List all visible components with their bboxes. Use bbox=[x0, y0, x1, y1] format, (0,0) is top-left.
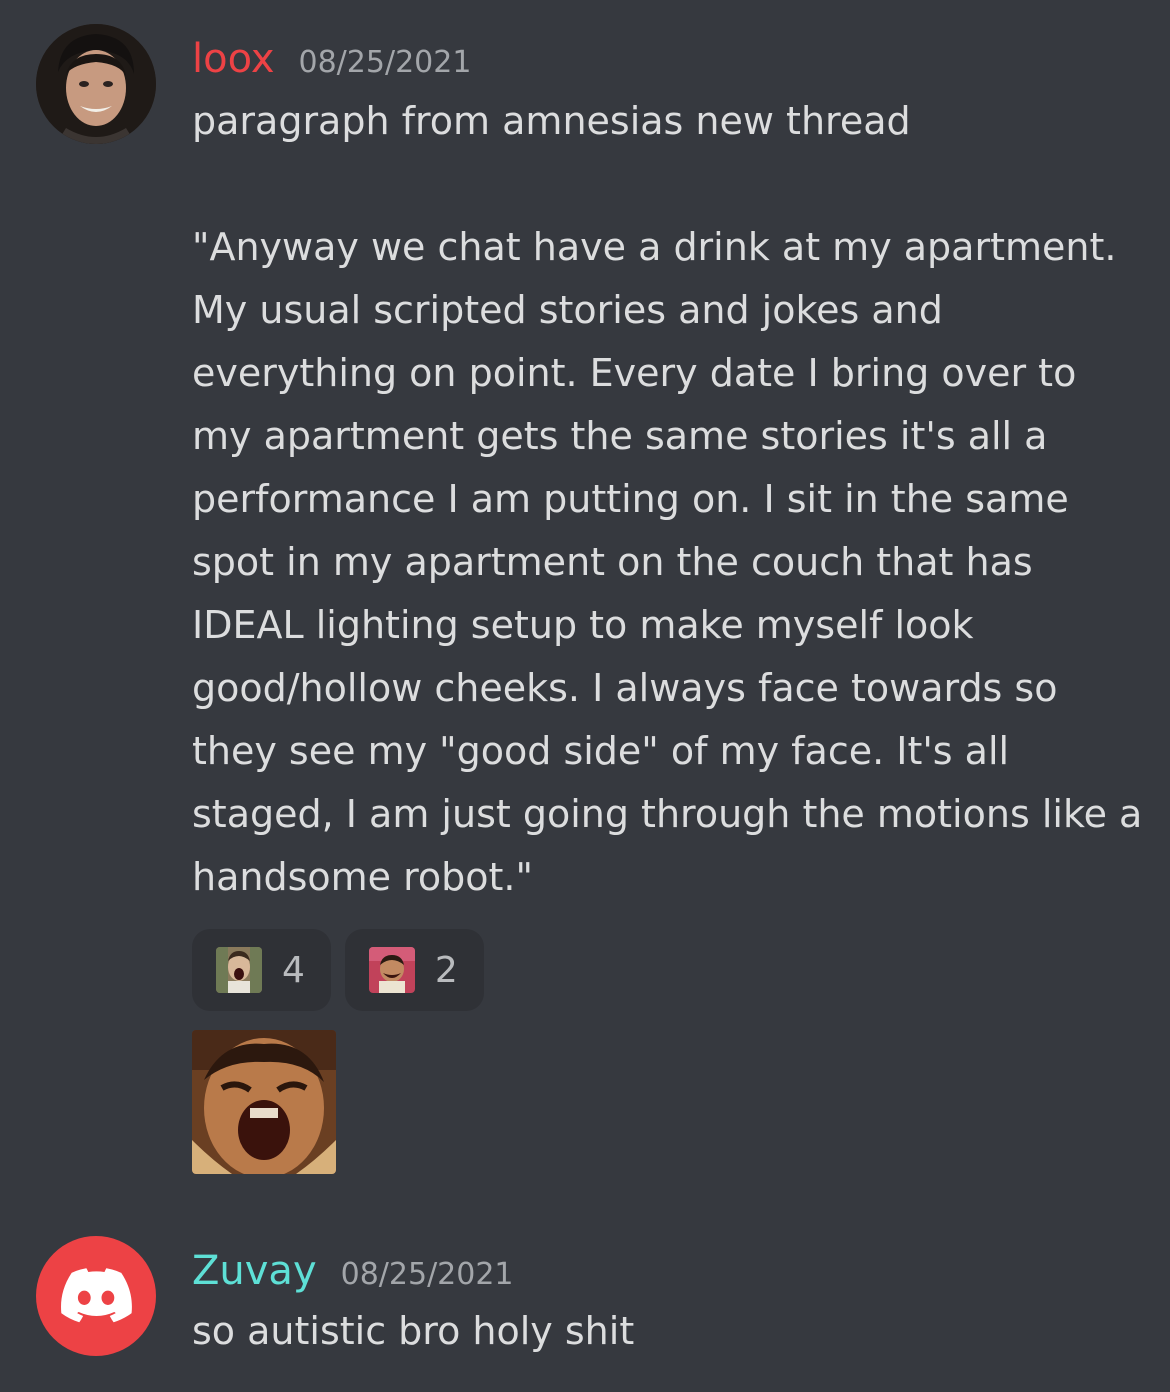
reaction-laughing[interactable]: 2 bbox=[344, 929, 484, 1011]
message-text: so autistic bro holy shit bbox=[192, 1309, 635, 1353]
message-header: loox 08/25/2021 bbox=[192, 36, 471, 92]
reactions-bar: 4 2 bbox=[192, 929, 484, 1011]
username[interactable]: Zuvay bbox=[192, 1248, 317, 1294]
reaction-count: 2 bbox=[434, 949, 458, 991]
avatar-portrait-image bbox=[36, 24, 156, 144]
username[interactable]: loox bbox=[192, 36, 275, 82]
message-header: Zuvay 08/25/2021 bbox=[192, 1248, 514, 1304]
user-avatar[interactable] bbox=[36, 24, 156, 144]
user-avatar[interactable] bbox=[36, 1236, 156, 1356]
message-text: paragraph from amnesias new thread "Anyw… bbox=[192, 99, 1143, 899]
laughing-man-emoji bbox=[368, 947, 415, 993]
discord-logo-icon bbox=[61, 1268, 132, 1323]
laughing-man-gif[interactable] bbox=[192, 1030, 336, 1174]
timestamp: 08/25/2021 bbox=[298, 45, 472, 80]
screaming-man-emoji bbox=[216, 947, 262, 993]
timestamp: 08/25/2021 bbox=[340, 1257, 514, 1292]
reaction-screaming[interactable]: 4 bbox=[192, 929, 331, 1011]
reaction-count: 4 bbox=[282, 949, 305, 991]
